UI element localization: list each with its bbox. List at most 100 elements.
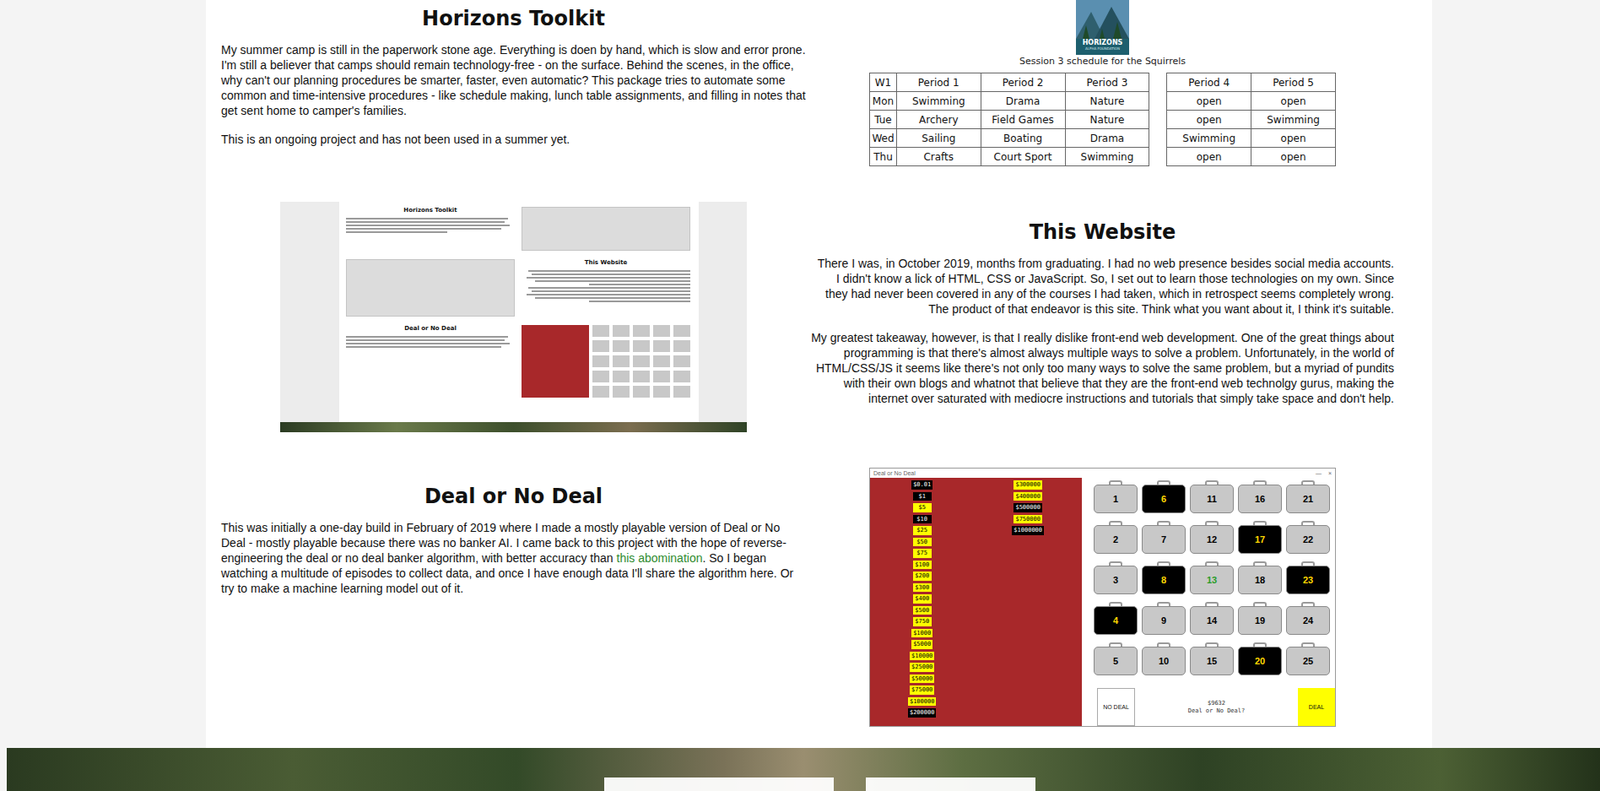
header-cell: Period 4 xyxy=(1167,73,1252,92)
project-title: Horizons Toolkit xyxy=(221,6,806,31)
activity-cell: Sailing xyxy=(896,129,981,148)
briefcase[interactable]: 9 xyxy=(1141,601,1186,638)
project-paragraph: This is an ongoing project and has not b… xyxy=(221,131,806,147)
project-paragraph: There I was, in October 2019, months fro… xyxy=(810,255,1395,317)
project-paragraph: This was initially a one-day build in Fe… xyxy=(221,519,806,596)
money-column: $0.01$1$5$10$25$50$75$100$200$300$400$50… xyxy=(908,480,937,724)
money-tile: $5 xyxy=(913,502,932,513)
schedule-table: W1Period 1Period 2Period 3MonSwimmingDra… xyxy=(869,72,1150,167)
header-cell: Period 5 xyxy=(1251,73,1336,92)
money-tile: $100000 xyxy=(908,697,937,707)
money-tile: $25000 xyxy=(909,662,935,672)
activity-cell: Swimming xyxy=(1251,110,1336,130)
briefcase[interactable]: 20 xyxy=(1237,642,1282,678)
schedule-row: MonSwimmingDramaNature xyxy=(870,91,1150,111)
schedule-caption: Session 3 schedule for the Squirrels xyxy=(1019,54,1186,68)
briefcase[interactable]: 2 xyxy=(1093,520,1138,557)
day-cell: Tue xyxy=(870,110,898,130)
schedule-row: ThuCraftsCourt SportSwimming xyxy=(870,147,1150,167)
money-tile: $500000 xyxy=(1013,502,1043,513)
window-control[interactable]: — xyxy=(1315,470,1322,476)
activity-cell: open xyxy=(1251,91,1336,111)
activity-cell: Drama xyxy=(1064,129,1150,148)
mini-heading: Horizons Toolkit xyxy=(403,206,457,215)
project-title: Deal or No Deal xyxy=(221,484,806,509)
nav-tab[interactable] xyxy=(604,777,834,791)
schedule-row: TueArcheryField GamesNature xyxy=(870,110,1150,130)
content-column: Horizons Toolkit My summer camp is still … xyxy=(205,0,1433,748)
activity-cell: Nature xyxy=(1064,91,1150,111)
money-tile: $10000 xyxy=(909,651,935,661)
activity-cell: Crafts xyxy=(896,147,981,167)
activity-cell: Nature xyxy=(1064,110,1150,130)
briefcase[interactable]: 15 xyxy=(1189,642,1234,678)
briefcase[interactable]: 22 xyxy=(1286,520,1330,557)
header-cell: Period 3 xyxy=(1064,73,1150,92)
activity-cell: Boating xyxy=(980,129,1065,148)
briefcase[interactable]: 10 xyxy=(1141,642,1186,678)
title-bar: Deal or No Deal — × xyxy=(870,468,1336,478)
money-tile: $10 xyxy=(913,514,932,525)
money-tile: $400 xyxy=(913,594,932,604)
briefcase[interactable]: 8 xyxy=(1141,561,1186,597)
page: Horizons Toolkit My summer camp is still … xyxy=(0,0,1600,791)
activity-cell: Swimming xyxy=(1064,147,1150,167)
money-tile: $1000000 xyxy=(1011,525,1044,536)
briefcase[interactable]: 11 xyxy=(1189,480,1234,516)
activity-cell: Drama xyxy=(980,91,1065,111)
window-control[interactable]: × xyxy=(1328,470,1332,476)
schedule-row: Swimmingopen xyxy=(1167,129,1336,148)
money-tile: $75000 xyxy=(909,685,935,695)
briefcase[interactable]: 6 xyxy=(1141,480,1186,516)
money-tile: $300 xyxy=(913,583,932,593)
window-title: Deal or No Deal xyxy=(873,470,916,476)
activity-cell: Court Sport xyxy=(980,147,1065,167)
game-window: Deal or No Deal—×$0.01$1$5$10$25$50$75$1… xyxy=(869,467,1336,727)
site-screenshot: Horizons ToolkitThis WebsiteDeal or No D… xyxy=(280,201,747,433)
briefcase[interactable]: 14 xyxy=(1189,601,1234,638)
project-row: Horizons Toolkit My summer camp is still … xyxy=(221,0,1395,167)
project-row: Horizons ToolkitThis WebsiteDeal or No D… xyxy=(221,201,1395,433)
project-paragraph: My greatest takeaway, however, is that I… xyxy=(810,329,1395,406)
activity-cell: Swimming xyxy=(896,91,981,111)
money-tile: $200000 xyxy=(908,708,937,718)
schedule-header: W1Period 1Period 2Period 3 xyxy=(870,73,1150,92)
day-cell: Mon xyxy=(870,91,898,111)
logo-subtitle: ALPHA FOUNDATION xyxy=(1085,46,1120,51)
briefcase[interactable]: 1 xyxy=(1093,480,1138,516)
briefcase[interactable]: 3 xyxy=(1093,561,1138,597)
schedule-header: Period 4Period 5 xyxy=(1167,73,1336,92)
briefcase[interactable]: 25 xyxy=(1286,642,1330,678)
activity-cell: open xyxy=(1167,91,1252,111)
no-deal-button[interactable]: NO DEAL xyxy=(1097,687,1136,726)
logo-name: HORIZONS xyxy=(1082,38,1124,47)
schedule-row: openopen xyxy=(1167,91,1336,111)
schedule-row: openSwimming xyxy=(1167,110,1336,130)
deal-button[interactable]: DEAL xyxy=(1297,687,1336,726)
briefcase[interactable]: 23 xyxy=(1286,561,1330,597)
footer-photo xyxy=(6,747,1600,791)
briefcase[interactable]: 19 xyxy=(1237,601,1282,638)
briefcase[interactable]: 24 xyxy=(1286,601,1330,638)
briefcase[interactable]: 13 xyxy=(1189,561,1234,597)
project-paragraph: My summer camp is still in the paperwork… xyxy=(221,42,806,119)
briefcase[interactable]: 7 xyxy=(1141,520,1186,557)
briefcase[interactable]: 21 xyxy=(1286,480,1330,516)
mini-heading: Deal or No Deal xyxy=(404,324,457,333)
money-column: $300000$400000$500000$750000$1000000 xyxy=(1011,480,1044,724)
case-grid: 1234567891011121314151617181920212223242… xyxy=(1093,480,1336,678)
briefcase[interactable]: 12 xyxy=(1189,520,1234,557)
money-tile: $750000 xyxy=(1013,514,1043,525)
money-tile: $75 xyxy=(913,548,932,558)
nav-tab[interactable] xyxy=(865,777,1036,791)
briefcase[interactable]: 4 xyxy=(1093,601,1138,638)
project-link[interactable]: this abomination xyxy=(616,551,703,565)
briefcase[interactable]: 16 xyxy=(1237,480,1282,516)
briefcase[interactable]: 17 xyxy=(1237,520,1282,557)
money-tile: $25 xyxy=(913,525,932,536)
money-tile: $1 xyxy=(913,491,932,502)
activity-cell: Field Games xyxy=(980,110,1065,130)
money-tile: $1000 xyxy=(911,628,933,638)
briefcase[interactable]: 18 xyxy=(1237,561,1282,597)
briefcase[interactable]: 5 xyxy=(1093,642,1138,678)
